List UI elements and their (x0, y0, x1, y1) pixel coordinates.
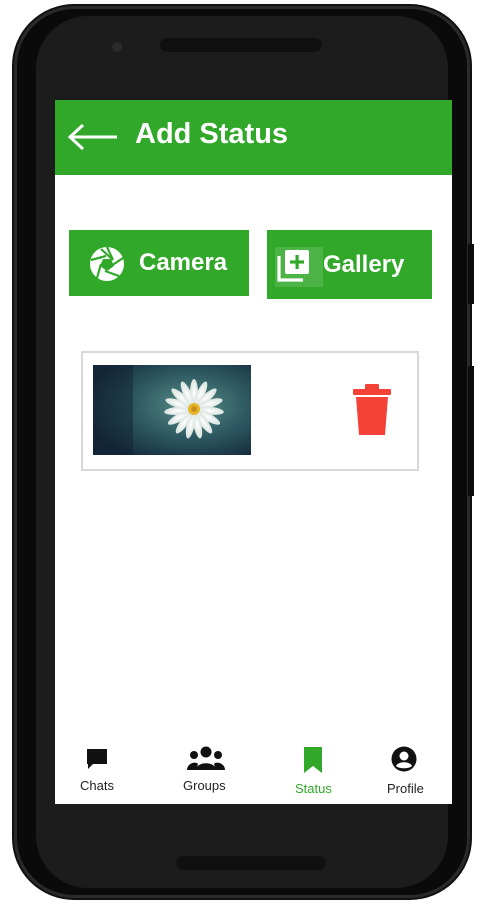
nav-label-groups: Groups (183, 778, 226, 793)
trash-icon[interactable] (351, 383, 393, 437)
front-camera (112, 42, 122, 52)
volume-button (468, 244, 474, 304)
nav-item-groups[interactable]: Groups (177, 732, 237, 804)
nav-label-chats: Chats (80, 778, 114, 793)
status-item (81, 351, 419, 471)
chat-bubble-icon (87, 749, 107, 769)
nav-item-profile[interactable]: Profile (380, 732, 432, 804)
gallery-label: Gallery (323, 251, 405, 278)
gallery-button[interactable]: Gallery (267, 230, 432, 299)
app-screen: Add Status Camera Gallery Chats Groups S… (55, 100, 452, 804)
camera-label: Camera (139, 249, 228, 276)
daisy-flower-image (93, 365, 251, 455)
top-speaker (160, 38, 322, 52)
nav-item-chats[interactable]: Chats (75, 732, 119, 804)
power-button (468, 366, 474, 496)
add-to-photos-icon (277, 250, 309, 282)
account-circle-icon (391, 746, 417, 772)
camera-button[interactable]: Camera (69, 230, 249, 296)
nav-label-profile: Profile (387, 781, 424, 796)
groups-icon (187, 746, 225, 770)
camera-shutter-icon (90, 246, 124, 281)
bookmark-icon (304, 747, 322, 773)
nav-label-status: Status (295, 781, 332, 796)
bottom-navigation: Chats Groups Status Profile (55, 732, 452, 804)
page-title: Add Status (135, 118, 289, 150)
arrow-left-icon[interactable] (67, 122, 119, 152)
nav-item-status[interactable]: Status (287, 732, 341, 804)
status-thumbnail[interactable] (93, 365, 251, 455)
bottom-speaker (176, 856, 326, 870)
app-bar: Add Status (55, 100, 452, 175)
